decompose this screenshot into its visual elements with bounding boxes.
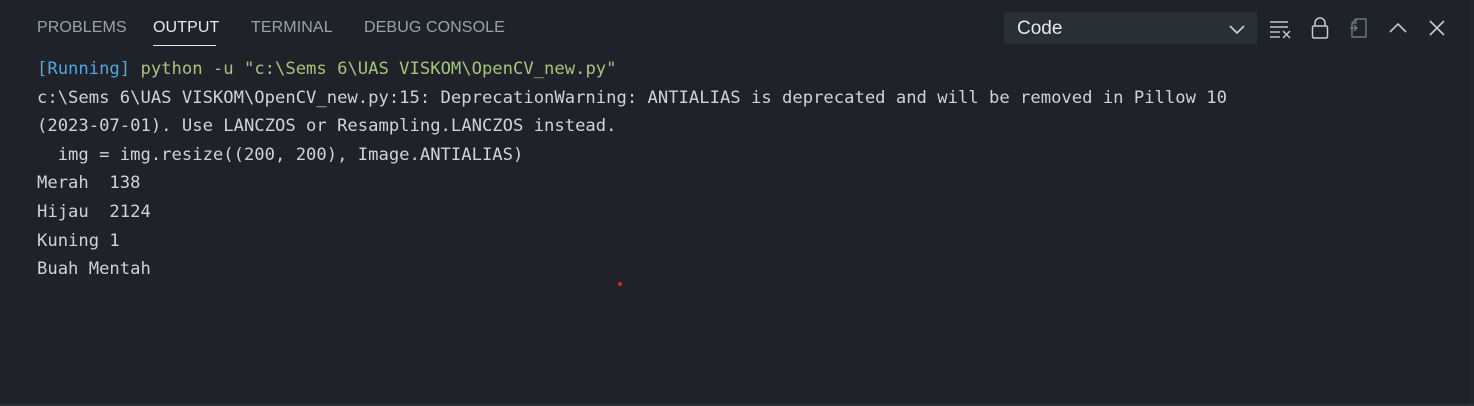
tab-output[interactable]: OUTPUT (153, 19, 219, 37)
output-line: (2023-07-01). Use LANCZOS or Resampling.… (37, 116, 617, 137)
output-line: Hijau 2124 (37, 201, 151, 222)
cursor-dot (618, 282, 622, 286)
vertical-scrollbar[interactable] (1470, 0, 1474, 406)
output-line: img = img.resize((200, 200), Image.ANTIA… (37, 144, 524, 165)
output-line: Buah Mentah (37, 259, 151, 280)
open-in-editor-icon[interactable] (1347, 16, 1371, 40)
tab-debug-console[interactable]: DEBUG CONSOLE (364, 19, 505, 37)
tab-terminal[interactable]: TERMINAL (251, 19, 333, 37)
tab-problems[interactable]: PROBLEMS (37, 19, 127, 37)
lock-scroll-icon[interactable] (1308, 16, 1332, 40)
output-line: Kuning 1 (37, 230, 120, 251)
running-line: [Running] python -u "c:\Sems 6\UAS VISKO… (37, 55, 1437, 84)
active-tab-indicator (153, 45, 216, 46)
output-panel: PROBLEMS OUTPUT TERMINAL DEBUG CONSOLE C… (0, 0, 1474, 406)
chevron-down-icon (1229, 22, 1245, 35)
close-icon[interactable] (1425, 16, 1449, 40)
running-tag: [Running] (37, 59, 131, 79)
clear-output-icon[interactable] (1268, 16, 1292, 40)
output-channel-select[interactable]: Code (1004, 12, 1257, 44)
panel-tab-bar: PROBLEMS OUTPUT TERMINAL DEBUG CONSOLE C… (0, 0, 1474, 54)
output-line: Merah 138 (37, 173, 141, 194)
output-log[interactable]: [Running] python -u "c:\Sems 6\UAS VISKO… (37, 55, 1437, 284)
chevron-up-icon[interactable] (1386, 16, 1410, 40)
output-channel-value: Code (1017, 18, 1063, 39)
output-line: c:\Sems 6\UAS VISKOM\OpenCV_new.py:15: D… (37, 87, 1227, 108)
running-command: python -u "c:\Sems 6\UAS VISKOM\OpenCV_n… (130, 59, 617, 79)
